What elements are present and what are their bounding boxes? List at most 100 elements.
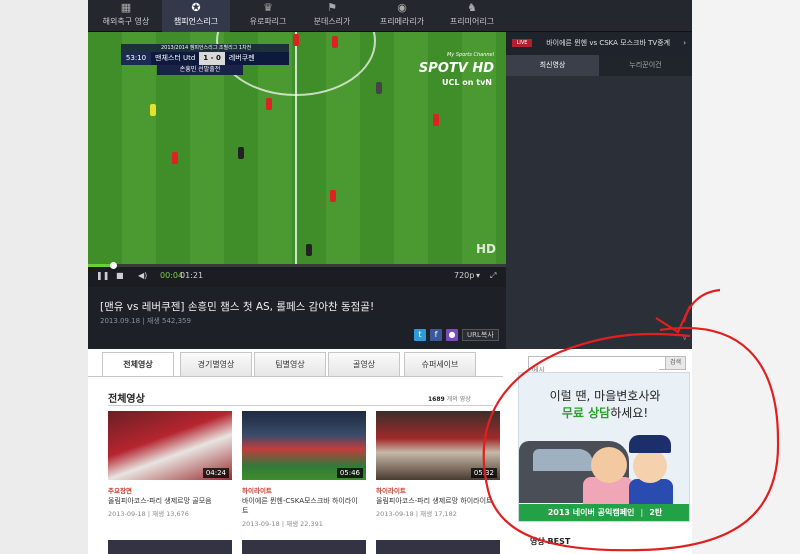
player-controls: ❚❚ ■ ◀) 00:04 01:21 720p ▾ ⤢ (88, 262, 506, 287)
home-team: 맨체스터 Utd (155, 54, 196, 62)
match-clock: 53:10 (121, 52, 151, 65)
ad-highlight: 무료 상담 (561, 406, 611, 420)
category-tabs: 전체영상 경기별영상 팀별영상 골영상 슈퍼세이브 (88, 352, 503, 377)
live-badge: LIVE (512, 39, 532, 47)
ad-headline: 이럴 땐, 마을변호사와 (549, 389, 661, 403)
top-nav: ▦ 해외축구 영상 ✪ 챔피언스리그 ♛ 유로파리그 ⚑ 분데스리가 ◉ 프리메… (88, 0, 692, 32)
video-title: [맨유 vs 레버쿠젠] 손흥민 챔스 첫 AS, 롤페스 감아찬 동점골! (100, 301, 375, 313)
video-thumbnail[interactable]: 05:32 (376, 411, 500, 480)
police-cap (629, 435, 671, 453)
video-thumbnail[interactable] (108, 540, 232, 554)
search-button[interactable]: 검색 (665, 357, 685, 369)
tab-goals[interactable]: 골영상 (328, 352, 400, 376)
page: ▦ 해외축구 영상 ✪ 챔피언스리그 ♛ 유로파리그 ⚑ 분데스리가 ◉ 프리메… (88, 0, 692, 554)
nav-item-label: 유로파리그 (249, 17, 287, 26)
footballer (238, 147, 244, 159)
ad-banner[interactable]: 이럴 땐, 마을변호사와 무료 상담하세요! 2013 네이버 공익캠페인 | 2탄 (518, 372, 690, 522)
chevron-right-icon: › (683, 39, 686, 47)
video-thumbnail[interactable]: 04:24 (108, 411, 232, 480)
footballer (150, 104, 156, 116)
channel-name: SPOTV HD (418, 61, 494, 76)
video-category: 주요장면 (108, 487, 132, 495)
video-card[interactable]: 05:32 하이라이트 올림피아코스-파리 생제르망 하이라이트 2013-09… (376, 411, 500, 518)
video-player[interactable]: 2013/2014 챔피언스리그 조별리그 1차전 53:10 맨체스터 Utd… (88, 32, 506, 287)
channel-tagline: My Sports Channel (446, 52, 494, 58)
video-thumbnail[interactable] (242, 540, 366, 554)
nav-item-label: 분데스리가 (313, 17, 351, 26)
progress-knob[interactable] (110, 262, 118, 269)
right-margin (692, 0, 800, 554)
scoreboard-overlay: 2013/2014 챔피언스리그 조별리그 1차전 53:10 맨체스터 Utd… (121, 44, 289, 84)
video-card-title[interactable]: 바이에른 뮌헨-CSKA모스크바 하이라이트 (242, 496, 364, 516)
video-duration: 05:32 (470, 468, 497, 478)
video-card-title[interactable]: 올림피아코스-파리 생제르망 골모음 (108, 496, 230, 506)
tab-super-save[interactable]: 슈퍼세이브 (404, 352, 476, 376)
side-playlist: LIVE 바이에른 뮌헨 vs CSKA 모스크바 TV중계 › 최신영상 누리… (506, 32, 692, 349)
europa-icon: ♛ (263, 1, 273, 14)
lawyer-face (591, 447, 627, 483)
footballer (330, 190, 336, 202)
spotv-logo: My Sports Channel SPOTV HD (419, 48, 494, 76)
video-category: 하이라이트 (376, 487, 406, 495)
nav-item-laliga[interactable]: ◉ 프리메라리가 (368, 0, 436, 32)
video-thumbnail[interactable] (376, 540, 500, 554)
video-card-title[interactable]: 올림피아코스-파리 생제르망 하이라이트 (376, 496, 498, 506)
nav-item-premier-league[interactable]: ♞ 프리미어리그 (438, 0, 506, 32)
police-face (633, 449, 667, 483)
away-team: 레버쿠젠 (228, 54, 255, 62)
playlist-tabs: 최신영상 누리꾼이건 (506, 55, 692, 76)
nav-item-bundesliga[interactable]: ⚑ 분데스리가 (298, 0, 366, 32)
progress-bar[interactable] (88, 262, 506, 269)
volume-icon[interactable]: ◀) (138, 271, 147, 280)
video-card[interactable]: 05:46 하이라이트 바이에른 뮌헨-CSKA모스크바 하이라이트 2013-… (242, 411, 366, 528)
search-box: 검색 (528, 356, 686, 376)
tab-latest[interactable]: 최신영상 (506, 55, 599, 76)
footballer (172, 152, 178, 164)
video-count-suffix: 개의 영상 (446, 396, 471, 403)
tab-by-team[interactable]: 팀별영상 (254, 352, 326, 376)
video-frame[interactable]: 2013/2014 챔피언스리그 조별리그 1차전 53:10 맨체스터 Utd… (88, 32, 506, 264)
quality-select[interactable]: 720p (454, 271, 474, 280)
url-copy-button[interactable]: URL복사 (462, 329, 499, 341)
video-thumbnail[interactable]: 05:46 (242, 411, 366, 480)
police-illustration (629, 479, 673, 507)
video-card[interactable]: 04:24 주요장면 올림피아코스-파리 생제르망 골모음 2013-09-18… (108, 411, 232, 518)
ucl-icon: ✪ (191, 1, 201, 14)
video-duration: 05:46 (336, 468, 363, 478)
ad-footer: 2013 네이버 공익캠페인 | 2탄 (519, 504, 689, 521)
video-meta: 2013.09.18 | 재생 542,359 (100, 317, 191, 325)
video-card-meta: 2013-09-18 | 재생 13,676 (108, 510, 189, 518)
tab-all-videos[interactable]: 전체영상 (102, 352, 174, 377)
fullscreen-icon[interactable]: ⤢ (490, 271, 496, 281)
pause-icon[interactable]: ❚❚ (96, 271, 109, 280)
match-score: 1 - 0 (199, 52, 225, 65)
nav-item-europa-league[interactable]: ♛ 유로파리그 (234, 0, 302, 32)
facebook-icon[interactable]: f (430, 329, 442, 341)
ad-subline: 무료 상담하세요! (519, 404, 689, 421)
scoreboard-note: 손흥민 선발출전 (157, 65, 243, 75)
scoreboard-header: 2013/2014 챔피언스리그 조별리그 1차전 (121, 44, 289, 52)
grid-icon: ▦ (120, 1, 132, 14)
live-banner[interactable]: LIVE 바이에른 뮌헨 vs CSKA 모스크바 TV중계 › (506, 32, 692, 55)
me2day-icon[interactable]: ● (446, 329, 458, 341)
ad-footer-left: 2013 네이버 공익캠페인 (547, 508, 635, 517)
tab-divider (88, 376, 503, 377)
chevron-down-icon[interactable]: ▾ (476, 271, 480, 280)
twitter-icon[interactable]: t (414, 329, 426, 341)
tab-by-match[interactable]: 경기별영상 (180, 352, 252, 376)
nav-item-overseas-soccer[interactable]: ▦ 해외축구 영상 (92, 0, 160, 32)
total-time: 01:21 (180, 271, 204, 280)
stop-icon[interactable]: ■ (116, 271, 124, 280)
video-info: [맨유 vs 레버쿠젠] 손흥민 챔스 첫 AS, 롤페스 감아찬 동점골! 2… (88, 287, 506, 349)
footballer (293, 34, 299, 46)
section-title: 전체영상 (108, 394, 145, 405)
nav-item-label: 프리미어리그 (449, 17, 495, 26)
section-divider (108, 405, 493, 406)
footballer (433, 114, 439, 126)
tab-netizen[interactable]: 누리꾼이건 (599, 55, 692, 76)
footballer (332, 36, 338, 48)
nav-item-label: 프리메라리가 (379, 17, 425, 26)
nav-item-champions-league[interactable]: ✪ 챔피언스리그 (162, 0, 230, 32)
video-count-number: 1689 (428, 396, 445, 403)
chevron-down-icon[interactable]: ∨ (681, 333, 688, 343)
